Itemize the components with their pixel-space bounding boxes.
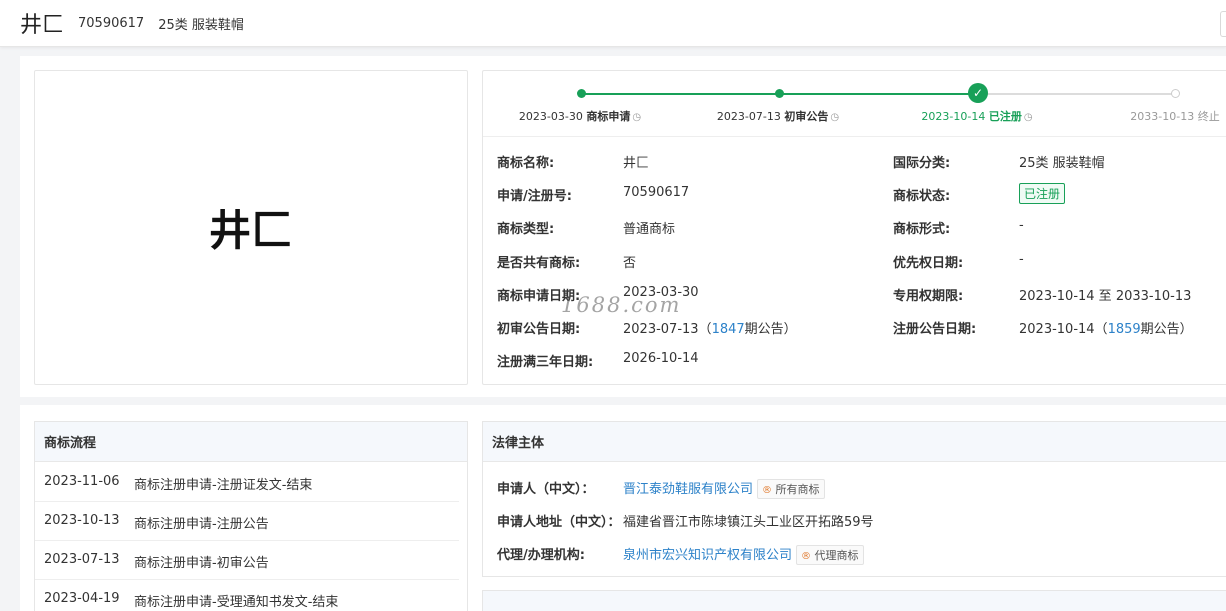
trademark-image[interactable]: 井匚 [34, 70, 468, 385]
prelim-issue-link[interactable]: 1847 [712, 322, 745, 337]
trademark-flow-section: 商标流程 2023-11-06 商标注册申请-注册证发文-结束 2023-10-… [34, 421, 468, 611]
reg-pub-issue-link[interactable]: 1859 [1108, 322, 1141, 337]
registered-icon: ® [801, 551, 812, 562]
timeline-step-registered: 2023-10-14 已注册 ◷ [921, 110, 1033, 123]
flow-section-title: 商标流程 [35, 422, 467, 462]
all-trademarks-tag[interactable]: ® 所有商标 [757, 479, 825, 499]
agent-row: 代理/办理机构: 泉州市宏兴知识产权有限公司 ® 代理商标 [497, 544, 864, 565]
trademark-title: 井匚 [20, 13, 65, 38]
table-row: 2023-04-19 商标注册申请-受理通知书发文-结束 [44, 591, 339, 610]
status-badge: 已注册 [1019, 183, 1066, 204]
clock-icon[interactable]: ◷ [1024, 112, 1033, 123]
timeline-step-apply: 2023-03-30 商标申请 ◷ [518, 110, 642, 123]
trademark-info-box: ✓ 2023-03-30 商标申请 ◷ 2023-07-13 初审公告 ◷ 2023… [482, 70, 1226, 385]
table-row: 2023-11-06 商标注册申请-注册证发文-结束 [35, 463, 459, 502]
address-row: 申请人地址（中文）： 福建省晋江市陈埭镇江头工业区开拓路59号 [497, 515, 874, 530]
table-row: 2023-07-13 商标注册申请-初审公告 [35, 541, 459, 580]
clock-icon[interactable]: ◷ [632, 112, 641, 123]
next-section-header [482, 590, 1226, 611]
timeline-step-prelim: 2023-07-13 初审公告 ◷ [716, 110, 840, 123]
timeline-dot-prelim [775, 89, 784, 98]
legal-section-title: 法律主体 [483, 422, 1226, 462]
header-reg-number: 70590617 [78, 15, 145, 31]
agent-link[interactable]: 泉州市宏兴知识产权有限公司 [623, 548, 792, 563]
agent-trademarks-tag[interactable]: ® 代理商标 [796, 545, 864, 565]
clock-icon[interactable]: ◷ [830, 112, 839, 123]
page-header: 井匚 70590617 25类 服装鞋帽 [0, 0, 1226, 47]
trademark-detail-panel: 井匚 ✓ 2023-03-30 商标申请 ◷ 2023-07-13 初审公告 ◷ 2… [20, 56, 1226, 397]
timeline-check-icon: ✓ [968, 83, 988, 103]
table-row: 2023-10-13 商标注册申请-注册公告 [35, 502, 459, 541]
trademark-logo-text: 井匚 [208, 206, 293, 255]
watermark: 1688.com [561, 293, 682, 317]
timeline-dot-end [1171, 89, 1180, 98]
applicant-row: 申请人（中文）： 晋江泰劲鞋服有限公司 ® 所有商标 [497, 478, 825, 499]
timeline-step-end: 2033-10-13 终止 [1130, 110, 1220, 123]
registered-icon: ® [762, 485, 773, 496]
status-timeline: ✓ 2023-03-30 商标申请 ◷ 2023-07-13 初审公告 ◷ 2023… [483, 71, 1226, 137]
timeline-dot-apply [577, 89, 586, 98]
header-class: 25类 服装鞋帽 [158, 17, 244, 33]
header-action-button[interactable] [1220, 11, 1226, 37]
timeline-pending-line [977, 93, 1175, 95]
legal-entity-section: 法律主体 申请人（中文）： 晋江泰劲鞋服有限公司 ® 所有商标 申请人地址（中文）：… [482, 421, 1226, 577]
applicant-link[interactable]: 晋江泰劲鞋服有限公司 [623, 482, 753, 497]
bottom-panel: 商标流程 2023-11-06 商标注册申请-注册证发文-结束 2023-10-… [20, 405, 1226, 611]
